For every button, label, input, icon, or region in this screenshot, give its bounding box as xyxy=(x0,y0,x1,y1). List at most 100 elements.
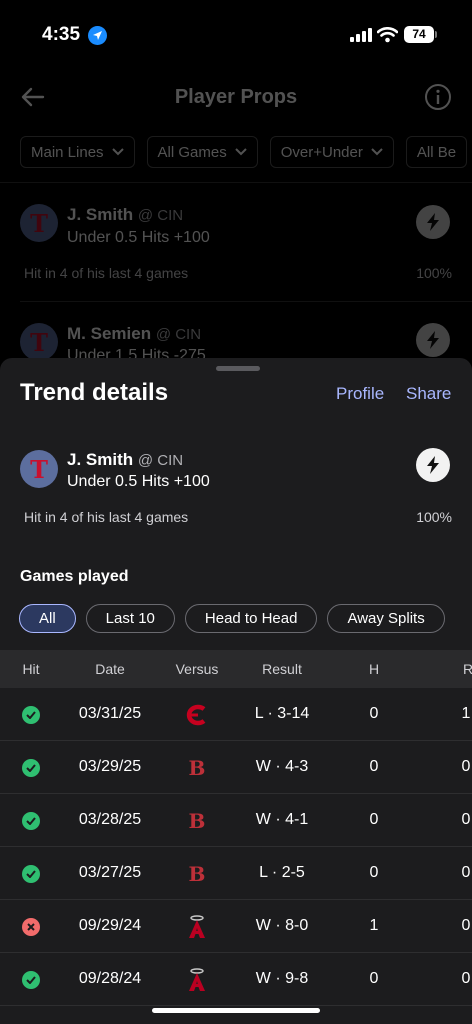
prop-line: Under 0.5 Hits +100 xyxy=(67,473,210,490)
profile-button[interactable]: Profile xyxy=(336,384,384,404)
status-bar: 4:35 74 xyxy=(0,0,472,70)
hits-cell: 0 xyxy=(369,705,379,722)
date-cell: 09/29/24 xyxy=(78,917,142,934)
filter-bar: Main Lines All Games Over+Under All Be xyxy=(20,136,468,168)
red-sox-logo: B xyxy=(188,862,206,886)
filter-all-games[interactable]: All Games xyxy=(146,136,258,168)
games-table-header: Hit Date Versus Result H R xyxy=(0,650,472,688)
runs-cell: 0 xyxy=(461,917,471,934)
date-cell: 03/28/25 xyxy=(78,811,142,828)
tab-all[interactable]: All xyxy=(19,604,76,633)
sheet-grabber[interactable] xyxy=(216,366,260,371)
hits-cell: 0 xyxy=(369,811,379,828)
filter-label: All Be xyxy=(416,143,457,161)
cellular-signal-icon xyxy=(350,28,372,42)
column-hit[interactable]: Hit xyxy=(20,661,42,677)
filter-label: Over+Under xyxy=(280,143,363,161)
hit-percentage: 100% xyxy=(416,509,452,525)
player-name-row: J. Smith @ CIN xyxy=(67,205,183,225)
result-cell: W · 8-0 xyxy=(255,917,309,934)
status-time: 4:35 xyxy=(42,24,81,45)
player-props-page: Player Props Main Lines All Games Over+U… xyxy=(0,70,472,370)
tab-last-10[interactable]: Last 10 xyxy=(85,604,175,633)
result-cell: W · 9-8 xyxy=(255,970,309,987)
tab-head-to-head[interactable]: Head to Head xyxy=(184,604,318,633)
tab-away-splits[interactable]: Away Splits xyxy=(327,604,445,633)
player-name: M. Semien xyxy=(67,324,152,343)
bolt-icon[interactable] xyxy=(416,323,450,357)
check-icon xyxy=(22,706,40,724)
games-filter-tabs: All Last 10 Head to Head Away Splits xyxy=(19,604,445,633)
player-name: J. Smith xyxy=(67,205,134,224)
player-name: J. Smith xyxy=(67,450,134,469)
filter-over-under[interactable]: Over+Under xyxy=(269,136,394,168)
table-row[interactable]: 03/28/25 B W · 4-1 0 0 xyxy=(0,794,472,847)
hits-cell: 0 xyxy=(369,758,379,775)
column-result[interactable]: Result xyxy=(252,661,312,677)
filter-label: Main Lines xyxy=(31,143,104,161)
prop-line: Under 0.5 Hits +100 xyxy=(67,229,210,246)
player-trend-card: T J. Smith @ CIN Under 0.5 Hits +100 Hit… xyxy=(0,438,472,538)
hit-percentage: 100% xyxy=(416,265,452,281)
location-arrow-icon xyxy=(88,26,107,45)
date-cell: 03/29/25 xyxy=(78,758,142,775)
result-cell: L · 2-5 xyxy=(259,864,305,881)
table-row[interactable]: 09/28/24 W · 9-8 0 0 xyxy=(0,953,472,1006)
date-cell: 03/31/25 xyxy=(78,705,142,722)
chevron-down-icon xyxy=(235,148,247,156)
result-cell: W · 4-1 xyxy=(255,811,309,828)
team-tag: @ CIN xyxy=(137,452,184,469)
info-icon[interactable] xyxy=(424,83,452,111)
column-versus[interactable]: Versus xyxy=(167,661,227,677)
wifi-icon xyxy=(377,27,398,43)
filter-all-bets[interactable]: All Be xyxy=(405,136,468,168)
check-icon xyxy=(22,865,40,883)
date-cell: 03/27/25 xyxy=(78,864,142,881)
red-sox-logo: B xyxy=(188,809,206,833)
player-name-row: J. Smith @ CIN xyxy=(67,450,183,470)
result-cell: W · 4-3 xyxy=(255,758,309,775)
player-name-row: M. Semien @ CIN xyxy=(67,324,201,344)
result-cell: L · 3-14 xyxy=(254,705,310,722)
team-tag: @ CIN xyxy=(137,207,184,224)
battery-indicator: 74 xyxy=(404,26,434,43)
column-h[interactable]: H xyxy=(364,661,384,677)
x-icon xyxy=(22,918,40,936)
runs-cell: 0 xyxy=(461,758,471,775)
check-icon xyxy=(22,971,40,989)
rangers-logo: T xyxy=(20,323,58,361)
chevron-down-icon xyxy=(111,148,124,156)
home-indicator[interactable] xyxy=(152,1008,320,1013)
column-r[interactable]: R xyxy=(458,661,472,677)
date-cell: 09/28/24 xyxy=(78,970,142,987)
battery-tip xyxy=(435,31,437,38)
games-played-label: Games played xyxy=(20,568,129,585)
divider xyxy=(0,182,472,183)
bolt-icon[interactable] xyxy=(416,448,450,482)
hits-cell: 0 xyxy=(369,970,379,987)
rangers-logo: T xyxy=(20,450,58,488)
column-date[interactable]: Date xyxy=(80,661,140,677)
table-row[interactable]: 03/29/25 B W · 4-3 0 0 xyxy=(0,741,472,794)
runs-cell: 0 xyxy=(461,811,471,828)
sheet-title: Trend details xyxy=(20,379,169,406)
team-tag: @ CIN xyxy=(155,326,202,343)
runs-cell: 1 xyxy=(461,705,471,722)
filter-main-lines[interactable]: Main Lines xyxy=(20,136,135,168)
divider xyxy=(20,301,472,302)
runs-cell: 0 xyxy=(461,864,471,881)
hit-summary: Hit in 4 of his last 4 games xyxy=(24,509,189,525)
chevron-down-icon xyxy=(371,148,383,156)
bolt-icon[interactable] xyxy=(416,205,450,239)
page-title: Player Props xyxy=(174,86,298,108)
hits-cell: 1 xyxy=(369,917,379,934)
filter-label: All Games xyxy=(157,143,227,161)
table-row[interactable]: 03/27/25 B L · 2-5 0 0 xyxy=(0,847,472,900)
table-row[interactable]: 03/31/25 L · 3-14 0 1 xyxy=(0,688,472,741)
hits-cell: 0 xyxy=(369,864,379,881)
table-row[interactable]: 09/29/24 W · 8-0 1 0 xyxy=(0,900,472,953)
share-button[interactable]: Share xyxy=(406,384,451,404)
reds-logo xyxy=(184,702,210,728)
player-prop-card[interactable]: T J. Smith @ CIN Under 0.5 Hits +100 Hit… xyxy=(0,190,472,310)
check-icon xyxy=(22,812,40,830)
